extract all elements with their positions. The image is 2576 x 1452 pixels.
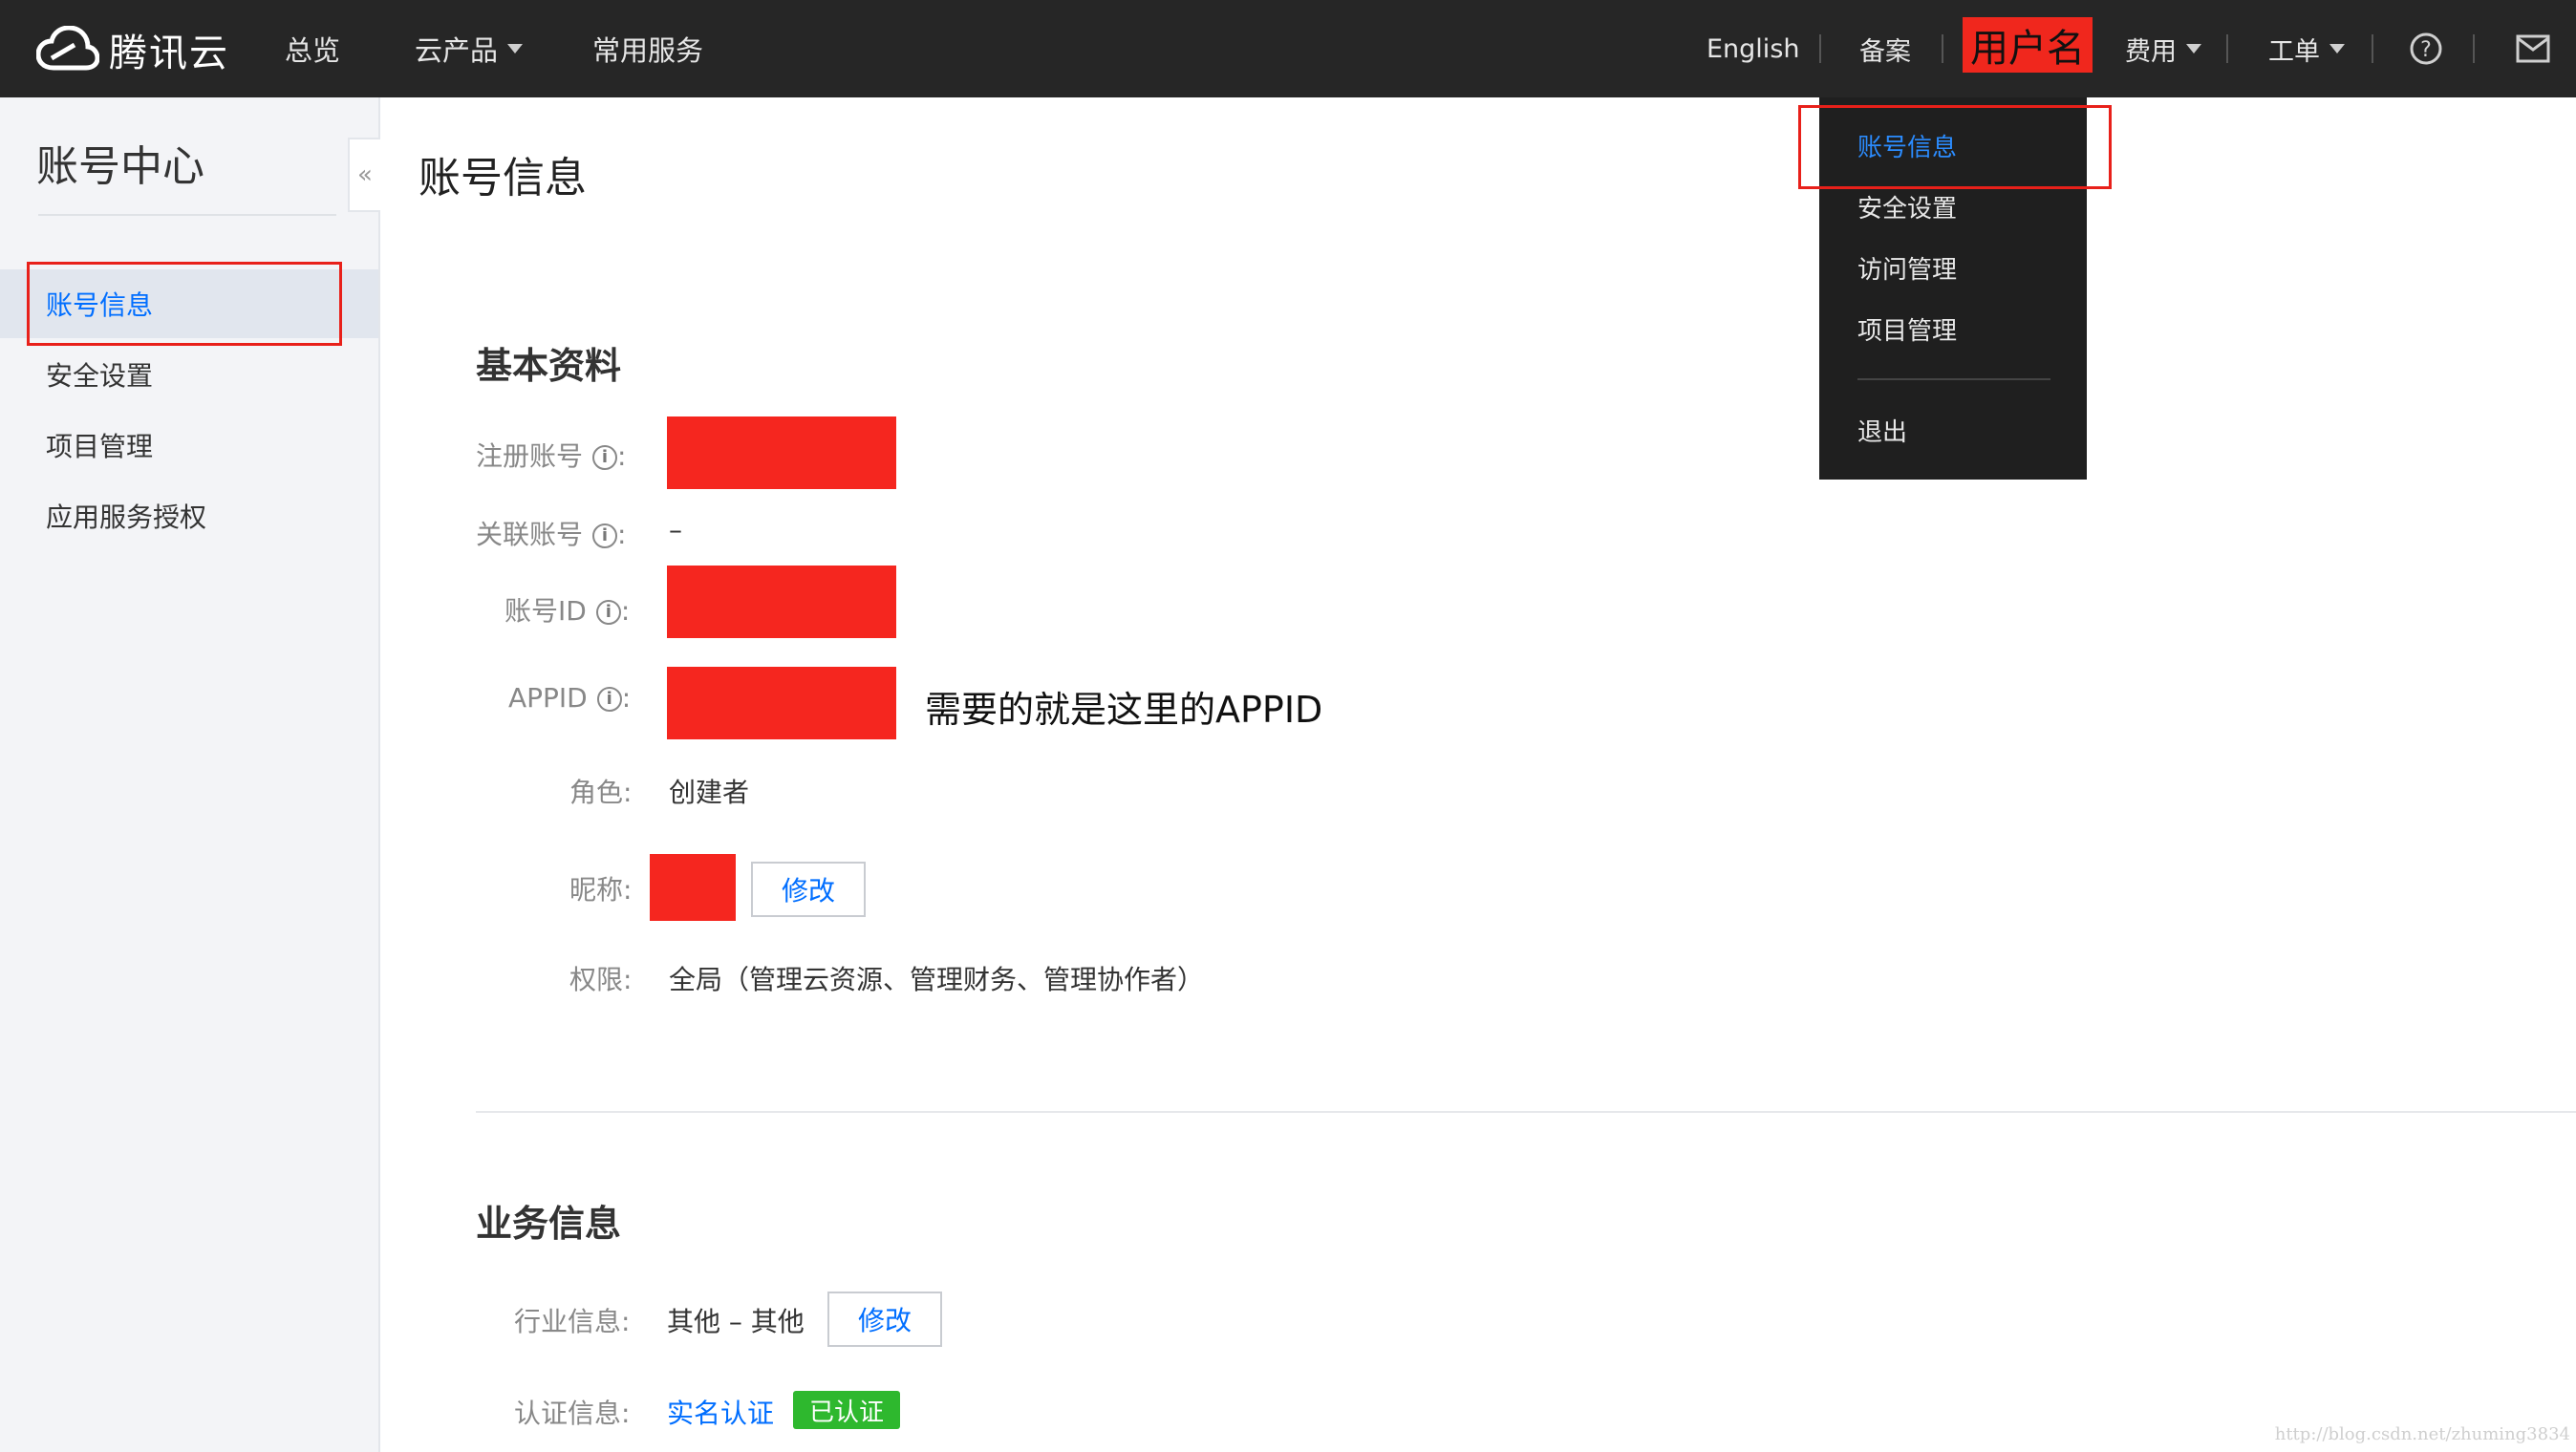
sidebar-item-security[interactable]: 安全设置 [0,340,378,409]
role-value: 创建者 [669,777,750,808]
redacted-registered-account [667,416,896,489]
dropdown-item-access-management[interactable]: 访问管理 [1857,250,1957,286]
appid-label: APPID i: [508,682,632,714]
beian-label: 备案 [1859,36,1911,67]
chevron-down-icon [2329,44,2345,53]
svg-text:?: ? [2420,38,2432,62]
cloud-logo-icon [36,26,99,71]
appid-label-text: APPID [508,682,588,714]
linked-account-value: – [669,514,682,545]
nav-common-services-label: 常用服务 [592,34,704,67]
dropdown-item-logout[interactable]: 退出 [1857,413,1907,448]
user-dropdown-menu: 账号信息 安全设置 访问管理 项目管理 退出 [1819,97,2087,480]
english-label: English [1707,33,1800,64]
nav-overview-label: 总览 [285,34,341,67]
brand-name: 腾讯云 [109,32,229,75]
nav-tickets[interactable]: 工单 [2268,0,2345,97]
role-label: 角色: [569,777,633,808]
language-switch-english[interactable]: English [1707,0,1800,97]
nav-products[interactable]: 云产品 [415,0,524,97]
sidebar-item-label: 项目管理 [46,431,154,462]
sidebar-item-account-info[interactable]: 账号信息 [0,269,378,338]
industry-value: 其他 – 其他 [667,1306,805,1337]
divider [1819,34,1821,63]
divider [2226,34,2228,63]
sidebar-item-label: 应用服务授权 [46,502,207,533]
redacted-nickname [650,854,736,921]
account-id-label-text: 账号ID [504,595,587,627]
permission-label: 权限: [569,964,633,995]
divider [38,214,336,216]
info-icon[interactable]: i [595,600,621,625]
divider [1942,34,1943,63]
fees-label: 费用 [2125,36,2177,67]
divider [476,1111,2576,1113]
section-title-basic: 基本资料 [476,345,622,387]
permission-value: 全局（管理云资源、管理财务、管理协作者） [669,964,1205,995]
double-chevron-left-icon[interactable]: « [348,138,380,212]
top-navigation-bar: 腾讯云 总览 云产品 常用服务 English 备案 用户名 费用 工单 ? [0,0,2576,97]
username-menu[interactable]: 用户名 [1963,17,2093,73]
chevron-down-icon [507,44,524,53]
section-title-business: 业务信息 [476,1203,622,1245]
nav-common-services[interactable]: 常用服务 [592,0,703,97]
mail-icon[interactable] [2513,29,2553,69]
dropdown-item-security[interactable]: 安全设置 [1857,189,1957,224]
brand-logo[interactable]: 腾讯云 [36,25,229,75]
watermark: http://blog.csdn.net/zhuming3834 [2274,1424,2570,1444]
info-icon[interactable]: i [592,445,618,470]
certified-badge: 已认证 [793,1391,900,1429]
sidebar-title: 账号中心 [36,142,204,191]
nav-overview[interactable]: 总览 [285,0,340,97]
nav-fees[interactable]: 费用 [2125,0,2201,97]
nav-products-label: 云产品 [415,34,499,67]
edit-nickname-button[interactable]: 修改 [751,862,866,917]
sidebar-item-label: 安全设置 [46,360,154,392]
sidebar-item-label: 账号信息 [46,289,154,321]
info-icon[interactable]: i [596,687,622,712]
info-icon[interactable]: i [592,523,618,548]
dropdown-item-projects[interactable]: 项目管理 [1857,311,1957,347]
redacted-account-id [667,566,896,638]
linked-account-label-text: 关联账号 [476,519,584,550]
registered-account-label-text: 注册账号 [476,440,584,472]
account-id-label: 账号ID i: [504,595,631,627]
edit-industry-button[interactable]: 修改 [827,1292,942,1347]
nickname-label: 昵称: [569,874,633,906]
linked-account-label: 关联账号 i: [476,519,627,550]
industry-label: 行业信息: [514,1306,631,1337]
redacted-appid [667,667,896,739]
divider [1857,378,2050,380]
tickets-label: 工单 [2268,36,2320,67]
dropdown-item-account-info[interactable]: 账号信息 [1857,128,1957,163]
sidebar: 账号中心 账号信息 安全设置 项目管理 应用服务授权 [0,97,380,1452]
divider [2473,34,2475,63]
cert-label: 认证信息: [514,1398,631,1429]
real-name-cert-link[interactable]: 实名认证 [667,1393,774,1431]
sidebar-item-projects[interactable]: 项目管理 [0,411,378,480]
registered-account-label: 注册账号 i: [476,440,627,472]
page-title: 账号信息 [419,154,587,203]
divider [2372,34,2373,63]
sidebar-item-app-authorization[interactable]: 应用服务授权 [0,481,378,550]
nav-beian[interactable]: 备案 [1859,0,1911,97]
chevron-down-icon [2186,44,2201,53]
help-icon[interactable]: ? [2406,29,2446,69]
appid-annotation: 需要的就是这里的APPID [925,689,1323,731]
